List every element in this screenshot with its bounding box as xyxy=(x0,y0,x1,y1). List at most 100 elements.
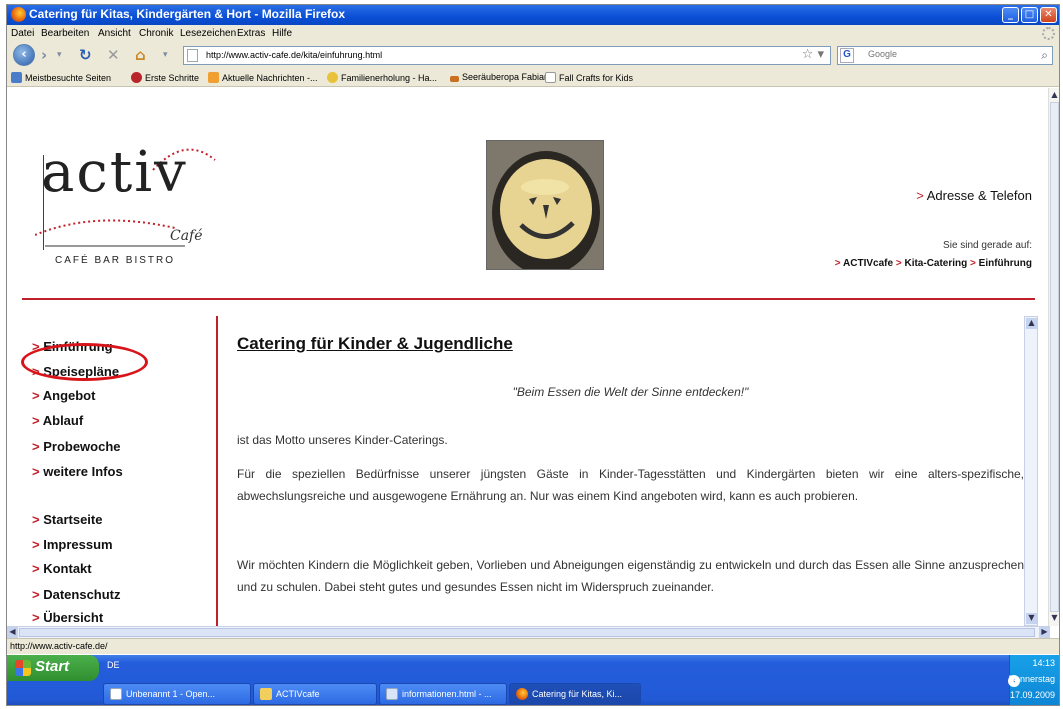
task-label: Catering für Kitas, Ki... xyxy=(532,689,623,699)
page-content: activ Café CAFÉ BAR BISTRO > Adresse & T… xyxy=(7,88,1050,626)
firefox-bookmark-icon xyxy=(131,72,142,83)
task-activcafe-folder[interactable]: ACTIVcafe xyxy=(253,683,377,705)
status-bar: http://www.activ-cafe.de/ xyxy=(7,638,1059,654)
menu-hilfe[interactable]: Hilfe xyxy=(272,28,292,39)
bookmark-meistbesuchte[interactable]: Meistbesuchte Seiten xyxy=(11,72,111,83)
maximize-button[interactable]: □ xyxy=(1021,7,1038,23)
nav-arrow: > xyxy=(32,464,40,479)
stop-button[interactable]: ✕ xyxy=(107,46,120,64)
menu-ansicht[interactable]: Ansicht xyxy=(98,28,131,39)
sidebar-item-startseite[interactable]: > Startseite xyxy=(32,512,102,527)
header-divider xyxy=(22,298,1035,300)
sidebar-item-weitere-infos[interactable]: > weitere Infos xyxy=(32,464,123,479)
reload-button[interactable]: ↻ xyxy=(79,46,92,64)
search-bar[interactable]: G ⌕ xyxy=(837,46,1053,65)
nav-arrow: > xyxy=(32,413,40,428)
nav-arrow: > xyxy=(32,610,40,625)
scrollbar-thumb[interactable] xyxy=(19,628,1035,637)
url-bar[interactable]: http://www.activ-cafe.de/kita/einfuhrung… xyxy=(183,46,831,65)
breadcrumb-einfuehrung[interactable]: Einführung xyxy=(979,258,1032,269)
sidebar-item-label: Übersicht xyxy=(43,610,104,625)
content-scrollbar[interactable]: ▲ ▼ xyxy=(1024,316,1038,626)
address-phone-label: Adresse & Telefon xyxy=(926,188,1032,203)
search-icon[interactable]: ⌕ xyxy=(1041,48,1048,63)
nav-arrow: > xyxy=(32,388,40,403)
scroll-up-icon[interactable]: ▲ xyxy=(1026,318,1037,329)
ship-icon xyxy=(450,76,459,82)
close-button[interactable]: ✕ xyxy=(1040,7,1057,23)
breadcrumb: > ACTIVcafe > Kita-Catering > Einführung xyxy=(835,258,1032,269)
bookmark-seeraeuberopa[interactable]: Seeräuberopa Fabian xyxy=(450,72,549,82)
google-icon[interactable]: G xyxy=(840,48,854,63)
minimize-button[interactable]: _ xyxy=(1002,7,1019,23)
activity-throbber-icon xyxy=(1042,27,1055,40)
task-label: ACTIVcafe xyxy=(276,689,320,699)
sidebar-item-angebot[interactable]: > Angebot xyxy=(32,388,95,403)
bookmark-star-icon[interactable]: ☆ ▾ xyxy=(802,47,824,62)
highlight-circle xyxy=(21,343,148,381)
scroll-up-icon[interactable]: ▲ xyxy=(1049,90,1059,101)
task-openoffice[interactable]: Unbenannt 1 - Open... xyxy=(103,683,251,705)
scrollbar-thumb[interactable] xyxy=(1050,102,1059,612)
bookmark-nachrichten[interactable]: Aktuelle Nachrichten -... xyxy=(208,72,318,83)
horizontal-scrollbar[interactable]: ◀ ▶ xyxy=(7,626,1050,638)
task-label: Unbenannt 1 - Open... xyxy=(126,689,216,699)
system-tray: ‹ 14:13 Donnerstag 17.09.2009 xyxy=(1008,655,1059,705)
start-button[interactable]: Start xyxy=(7,655,99,681)
history-dropdown-icon[interactable]: ▾ xyxy=(57,50,62,60)
breadcrumb-kita-catering[interactable]: Kita-Catering xyxy=(904,258,967,269)
page-title: Catering für Kinder & Jugendliche xyxy=(237,334,513,353)
menu-chronik[interactable]: Chronik xyxy=(139,28,173,39)
clock-date: 17.09.2009 xyxy=(1009,690,1055,700)
scroll-down-icon[interactable]: ▼ xyxy=(1049,613,1059,624)
sidebar-item-uebersicht[interactable]: > Übersicht xyxy=(32,610,103,625)
windows-taskbar: Start DE Unbenannt 1 - Open... ACTIVcafe… xyxy=(7,655,1059,705)
rss-icon xyxy=(208,72,219,83)
breadcrumb-activcafe[interactable]: ACTIVcafe xyxy=(843,258,893,269)
menu-lesezeichen[interactable]: Lesezeichen xyxy=(180,28,236,39)
menu-datei[interactable]: Datei xyxy=(11,28,34,39)
nav-arrow: > xyxy=(32,587,40,602)
location-label: Sie sind gerade auf: xyxy=(943,240,1032,251)
scroll-left-icon[interactable]: ◀ xyxy=(7,627,18,638)
clock-time[interactable]: 14:13 xyxy=(1032,658,1055,668)
task-informationen[interactable]: informationen.html - ... xyxy=(379,683,507,705)
home-button[interactable]: ⌂ xyxy=(135,46,146,64)
bookmark-familienerholung[interactable]: Familienerholung - Ha... xyxy=(327,72,437,83)
menu-extras[interactable]: Extras xyxy=(237,28,265,39)
task-firefox[interactable]: Catering für Kitas, Ki... xyxy=(509,683,641,705)
bookmark-fall-crafts[interactable]: Fall Crafts for Kids xyxy=(545,72,633,83)
nav-arrow: > xyxy=(32,512,40,527)
search-input[interactable] xyxy=(868,49,1028,59)
sidebar-item-label: Datenschutz xyxy=(43,587,121,602)
activ-cafe-logo[interactable]: activ Café CAFÉ BAR BISTRO xyxy=(35,140,220,266)
sidebar-item-label: Impressum xyxy=(43,537,113,552)
sidebar-item-ablauf[interactable]: > Ablauf xyxy=(32,413,83,428)
bookmark-erste-schritte[interactable]: Erste Schritte xyxy=(131,72,199,83)
sidebar-item-kontakt[interactable]: > Kontakt xyxy=(32,561,92,576)
scroll-down-icon[interactable]: ▼ xyxy=(1026,613,1037,624)
sidebar-item-impressum[interactable]: > Impressum xyxy=(32,537,113,552)
sidebar-item-probewoche[interactable]: > Probewoche xyxy=(32,439,121,454)
back-button[interactable]: ‹ xyxy=(13,44,35,66)
address-phone-link[interactable]: > Adresse & Telefon xyxy=(916,188,1032,203)
site-favicon-icon xyxy=(327,72,338,83)
sidebar-item-label: Angebot xyxy=(42,388,96,403)
sidebar-item-datenschutz[interactable]: > Datenschutz xyxy=(32,587,121,602)
breadcrumb-arrow: > xyxy=(834,258,841,269)
sidebar-item-label: Ablauf xyxy=(42,413,84,428)
page-icon xyxy=(545,72,556,83)
page-icon xyxy=(187,49,198,62)
firefox-icon xyxy=(11,7,26,22)
start-label: Start xyxy=(35,658,70,675)
scroll-right-icon[interactable]: ▶ xyxy=(1039,627,1050,638)
html-file-icon xyxy=(386,688,398,700)
url-history-icon[interactable]: ▾ xyxy=(163,50,168,60)
firefox-icon xyxy=(516,688,528,700)
url-text[interactable]: http://www.activ-cafe.de/kita/einfuhrung… xyxy=(206,50,382,60)
paragraph-2: Für die speziellen Bedürfnisse unserer j… xyxy=(237,467,1024,503)
forward-button[interactable]: › xyxy=(41,46,47,64)
menu-bearbeiten[interactable]: Bearbeiten xyxy=(41,28,89,39)
page-scrollbar[interactable]: ▲ ▼ xyxy=(1048,88,1059,626)
language-indicator[interactable]: DE xyxy=(107,660,120,670)
